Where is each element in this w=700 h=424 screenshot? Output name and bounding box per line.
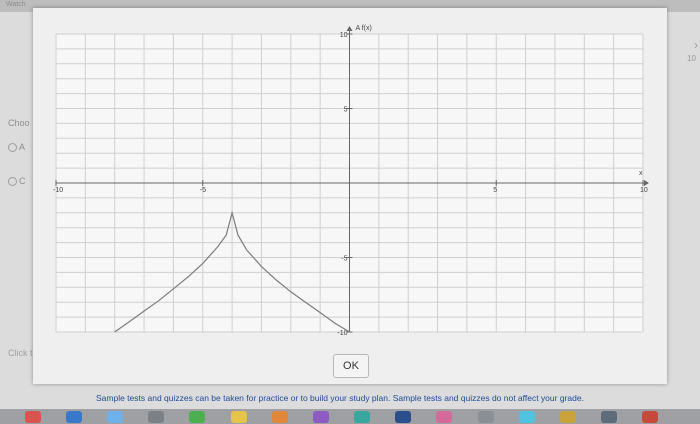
background-option-a[interactable]: A (8, 142, 26, 153)
dock-icon-slate[interactable] (601, 411, 617, 423)
watch-text[interactable]: Watch (6, 1, 26, 8)
dock-icon-gray[interactable] (148, 411, 164, 423)
dock-icon-pink[interactable] (436, 411, 452, 423)
y-tick-label: 5 (344, 107, 348, 114)
x-tick-label: -10 (53, 187, 63, 194)
dock-icon-blue[interactable] (66, 411, 82, 423)
y-tick-label: -10 (337, 330, 347, 337)
dock-icon-lightblue[interactable] (107, 411, 123, 423)
x-axis-label: x (639, 170, 643, 177)
dock (0, 409, 700, 424)
dock-icon-green[interactable] (189, 411, 205, 423)
y-tick-label: -5 (341, 256, 347, 263)
y-axis-label: A f(x) (356, 25, 372, 32)
x-axis-arrow-icon (644, 180, 649, 186)
y-axis-arrow-icon (346, 26, 353, 31)
dock-icon-darkblue[interactable] (395, 411, 411, 423)
dock-icon-gold[interactable] (560, 411, 576, 423)
graph-dialog: -10 -5 5 10 10 5 -5 -10 x A f(x) OK (33, 8, 667, 384)
background-question-label: Choo (8, 118, 30, 128)
dock-icon-yellow[interactable] (231, 411, 247, 423)
dock-icon-red[interactable] (25, 411, 41, 423)
dock-icon-orange[interactable] (272, 411, 288, 423)
x-tick-label: 5 (493, 187, 497, 194)
option-a-label: A (19, 142, 26, 152)
radio-icon (8, 143, 17, 153)
arrow-right-icon: › (694, 38, 698, 52)
graph-canvas: -10 -5 5 10 10 5 -5 -10 x A f(x) (53, 25, 649, 337)
option-c-label: C (19, 176, 26, 186)
dock-icon-cyan[interactable] (519, 411, 535, 423)
background-option-c[interactable]: C (8, 176, 26, 187)
x-tick-label: 10 (640, 187, 648, 194)
dock-icon-gray2[interactable] (478, 411, 494, 423)
background-click-text: Click t (8, 348, 33, 358)
dock-icon-teal[interactable] (354, 411, 370, 423)
dock-icon-purple[interactable] (313, 411, 329, 423)
background-axis-label: 10 (687, 54, 696, 63)
radio-icon (8, 177, 17, 187)
dock-icon-red2[interactable] (642, 411, 658, 423)
y-tick-label: 10 (340, 32, 348, 39)
ok-button[interactable]: OK (333, 354, 369, 378)
x-tick-label: -5 (200, 187, 206, 194)
footer-notice: Sample tests and quizzes can be taken fo… (96, 393, 584, 403)
